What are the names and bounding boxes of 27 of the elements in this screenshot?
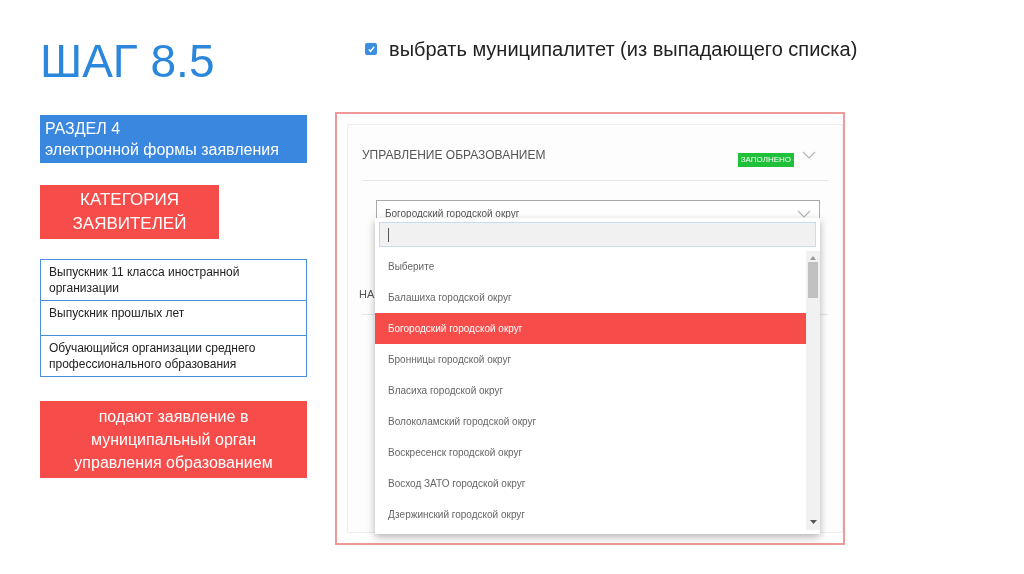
- scroll-down-icon[interactable]: [809, 520, 817, 524]
- table-cell: Обучающийся организации среднего профессионального образования: [41, 335, 306, 376]
- slide-title: ШАГ 8.5: [40, 34, 216, 89]
- dropdown-option[interactable]: Бронницы городской округ: [375, 344, 806, 375]
- dropdown-option[interactable]: Восход ЗАТО городской округ: [375, 468, 806, 499]
- dropdown-option[interactable]: Волоколамский городской округ: [375, 406, 806, 437]
- section-heading: НА: [359, 287, 375, 303]
- dropdown-option[interactable]: Воскресенск городской округ: [375, 437, 806, 468]
- scrollbar[interactable]: [806, 251, 820, 530]
- instruction-text: выбрать муниципалитет (из выпадающего списка): [389, 37, 858, 62]
- category-banner: КАТЕГОРИЯ ЗАЯВИТЕЛЕЙ: [40, 185, 219, 239]
- chevron-down-icon: [802, 150, 816, 159]
- scrollbar-thumb[interactable]: [808, 262, 818, 298]
- scroll-up-icon[interactable]: [810, 256, 816, 260]
- dropdown-option[interactable]: Выберите: [375, 251, 806, 282]
- section-banner: РАЗДЕЛ 4 электронной формы заявления: [40, 115, 307, 163]
- dropdown-option[interactable]: Богородский городской округ: [375, 313, 806, 344]
- table-cell-text: Выпускник 11 класса иностранной организации: [48, 264, 241, 297]
- table-cell: Выпускник прошлых лет: [41, 300, 306, 335]
- chevron-down-icon: [797, 209, 811, 218]
- dropdown-option[interactable]: Власиха городской округ: [375, 375, 806, 406]
- result-banner: подают заявление в муниципальный орган управления образованием: [40, 401, 307, 478]
- dropdown-option[interactable]: Дзержинский городской округ: [375, 499, 806, 530]
- dropdown-option[interactable]: Балашиха городской округ: [375, 282, 806, 313]
- section-heading: УПРАВЛЕНИЕ ОБРАЗОВАНИЕМ: [362, 146, 546, 164]
- status-badge: ЗАПОЛНЕНО: [737, 152, 794, 167]
- search-input[interactable]: [379, 222, 816, 247]
